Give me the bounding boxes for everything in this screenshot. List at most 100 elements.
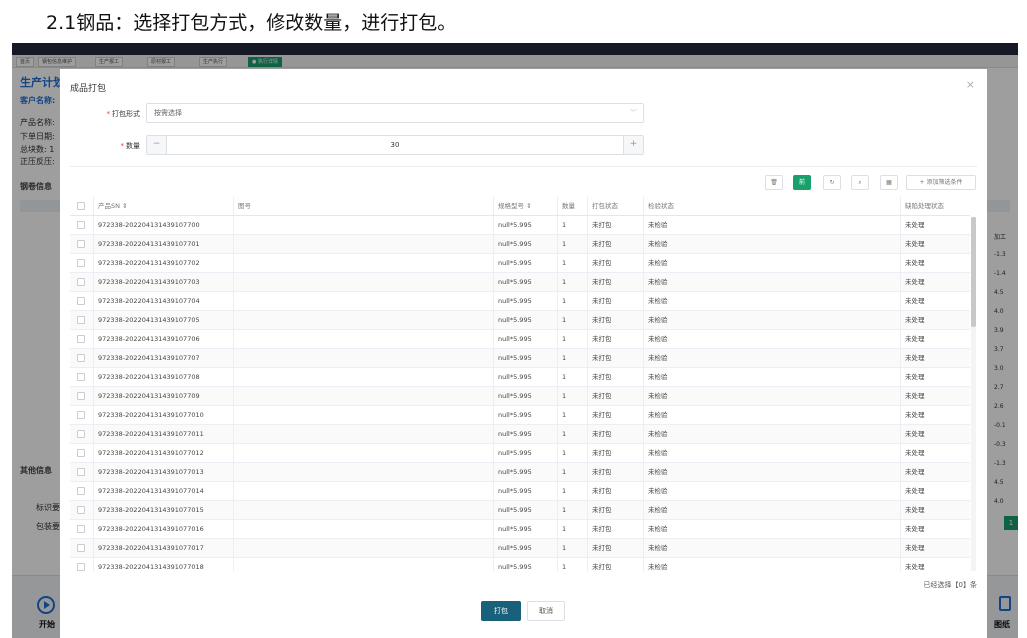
add-filter-button[interactable]: + 添加筛选条件	[906, 175, 976, 190]
cell-spec-model: null*5.995	[493, 349, 557, 367]
scrollbar-thumb[interactable]	[971, 217, 976, 327]
table-scrollbar[interactable]	[971, 217, 976, 571]
table-row[interactable]: 972338-202204131439107706 null*5.995 1 未打包未…	[70, 330, 970, 349]
table-row[interactable]: 972338-202204131439107705 null*5.995 1 未打包未…	[70, 311, 970, 330]
row-checkbox[interactable]	[77, 525, 85, 533]
row-checkbox[interactable]	[77, 354, 85, 362]
row-checkbox[interactable]	[77, 373, 85, 381]
pack-type-select[interactable]: 按需选择 ﹀	[146, 103, 644, 123]
table-row[interactable]: 972338-2022041314391077016 null*5.995 1 未打包…	[70, 520, 970, 539]
cell-spec-model: null*5.995	[493, 254, 557, 272]
table-row[interactable]: 972338-2022041314391077015 null*5.995 1 未打包…	[70, 501, 970, 520]
cell-defect-status: 未处理	[900, 539, 970, 557]
cell-quantity: 1	[557, 387, 587, 405]
quantity-stepper[interactable]: − 30 +	[146, 135, 644, 155]
cell-drawing-no	[233, 482, 493, 500]
row-checkbox[interactable]	[77, 335, 85, 343]
cell-pack-status: 未打包	[587, 330, 643, 348]
row-checkbox[interactable]	[77, 563, 85, 571]
table-row[interactable]: 972338-202204131439107700 null*5.995 1 未打包未…	[70, 216, 970, 235]
row-checkbox[interactable]	[77, 316, 85, 324]
front-button[interactable]: 前	[793, 175, 811, 190]
cell-drawing-no	[233, 406, 493, 424]
cell-inspect-status: 未检验	[643, 254, 900, 272]
cell-product-sn: 972338-202204131439107701	[93, 235, 233, 253]
cell-spec-model: null*5.995	[493, 387, 557, 405]
table-row[interactable]: 972338-202204131439107709 null*5.995 1 未打包未…	[70, 387, 970, 406]
cell-quantity: 1	[557, 235, 587, 253]
table-row[interactable]: 972338-202204131439107707 null*5.995 1 未打包未…	[70, 349, 970, 368]
row-checkbox[interactable]	[77, 487, 85, 495]
row-checkbox[interactable]	[77, 449, 85, 457]
cell-defect-status: 未处理	[900, 292, 970, 310]
header-product-sn[interactable]: 产品SN ⇕	[93, 197, 233, 215]
table-row[interactable]: 972338-202204131439107701 null*5.995 1 未打包未…	[70, 235, 970, 254]
table-row[interactable]: 972338-202204131439107704 null*5.995 1 未打包未…	[70, 292, 970, 311]
cell-defect-status: 未处理	[900, 368, 970, 386]
table-row[interactable]: 972338-2022041314391077013 null*5.995 1 未打包…	[70, 463, 970, 482]
quantity-input[interactable]: 30	[167, 136, 623, 154]
header-inspect-status[interactable]: 检验状态	[643, 197, 900, 215]
row-checkbox[interactable]	[77, 430, 85, 438]
cell-drawing-no	[233, 539, 493, 557]
row-checkbox[interactable]	[77, 468, 85, 476]
cell-spec-model: null*5.995	[493, 425, 557, 443]
cell-product-sn: 972338-2022041314391077015	[93, 501, 233, 519]
cell-quantity: 1	[557, 273, 587, 291]
cell-inspect-status: 未检验	[643, 235, 900, 253]
row-checkbox[interactable]	[77, 544, 85, 552]
decrement-button[interactable]: −	[147, 136, 167, 154]
cell-defect-status: 未处理	[900, 558, 970, 571]
row-checkbox[interactable]	[77, 411, 85, 419]
close-icon[interactable]: ×	[966, 78, 975, 91]
cell-drawing-no	[233, 501, 493, 519]
cell-pack-status: 未打包	[587, 292, 643, 310]
table-row[interactable]: 972338-202204131439107708 null*5.995 1 未打包未…	[70, 368, 970, 387]
cell-inspect-status: 未检验	[643, 406, 900, 424]
cancel-button[interactable]: 取消	[527, 601, 565, 621]
dialog-title: 成品打包	[70, 84, 107, 94]
cell-pack-status: 未打包	[587, 311, 643, 329]
search-icon[interactable]: ⌕	[851, 175, 869, 190]
table-row[interactable]: 972338-202204131439107703 null*5.995 1 未打包未…	[70, 273, 970, 292]
row-checkbox[interactable]	[77, 221, 85, 229]
cell-pack-status: 未打包	[587, 273, 643, 291]
pack-dialog: 成品打包 × * 打包形式 按需选择 ﹀ * 数量 − 30 + 🗑 前 ↻ ⌕ ▦…	[60, 69, 987, 638]
row-checkbox[interactable]	[77, 392, 85, 400]
cell-inspect-status: 未检验	[643, 330, 900, 348]
table-row[interactable]: 972338-2022041314391077018 null*5.995 1 未打包…	[70, 558, 970, 571]
row-checkbox[interactable]	[77, 240, 85, 248]
table-row[interactable]: 972338-2022041314391077014 null*5.995 1 未打包…	[70, 482, 970, 501]
table-row[interactable]: 972338-2022041314391077011 null*5.995 1 未打包…	[70, 425, 970, 444]
row-checkbox[interactable]	[77, 506, 85, 514]
table-row[interactable]: 972338-2022041314391077012 null*5.995 1 未打包…	[70, 444, 970, 463]
header-quantity[interactable]: 数量	[557, 197, 587, 215]
table-row[interactable]: 972338-2022041314391077017 null*5.995 1 未打包…	[70, 539, 970, 558]
header-defect-status[interactable]: 缺陷处理状态	[900, 197, 970, 215]
table-row[interactable]: 972338-202204131439107702 null*5.995 1 未打包未…	[70, 254, 970, 273]
quantity-label: * 数量	[120, 142, 141, 150]
pack-button[interactable]: 打包	[481, 601, 521, 621]
cell-pack-status: 未打包	[587, 406, 643, 424]
table-row[interactable]: 972338-2022041314391077010 null*5.995 1 未打包…	[70, 406, 970, 425]
row-checkbox[interactable]	[77, 259, 85, 267]
delete-icon[interactable]: 🗑	[765, 175, 783, 190]
increment-button[interactable]: +	[623, 136, 643, 154]
row-checkbox[interactable]	[77, 297, 85, 305]
cell-quantity: 1	[557, 463, 587, 481]
cell-drawing-no	[233, 444, 493, 462]
columns-icon[interactable]: ▦	[880, 175, 898, 190]
header-spec-model[interactable]: 规格型号 ⇕	[493, 197, 557, 215]
cell-spec-model: null*5.995	[493, 292, 557, 310]
header-pack-status[interactable]: 打包状态	[587, 197, 643, 215]
cell-product-sn: 972338-2022041314391077012	[93, 444, 233, 462]
header-drawing-no[interactable]: 图号	[233, 197, 493, 215]
refresh-icon[interactable]: ↻	[823, 175, 841, 190]
pack-type-label: * 打包形式	[106, 110, 141, 118]
cell-pack-status: 未打包	[587, 482, 643, 500]
cell-quantity: 1	[557, 292, 587, 310]
cell-pack-status: 未打包	[587, 558, 643, 571]
row-checkbox[interactable]	[77, 278, 85, 286]
cell-drawing-no	[233, 235, 493, 253]
select-all-checkbox[interactable]	[77, 202, 85, 210]
